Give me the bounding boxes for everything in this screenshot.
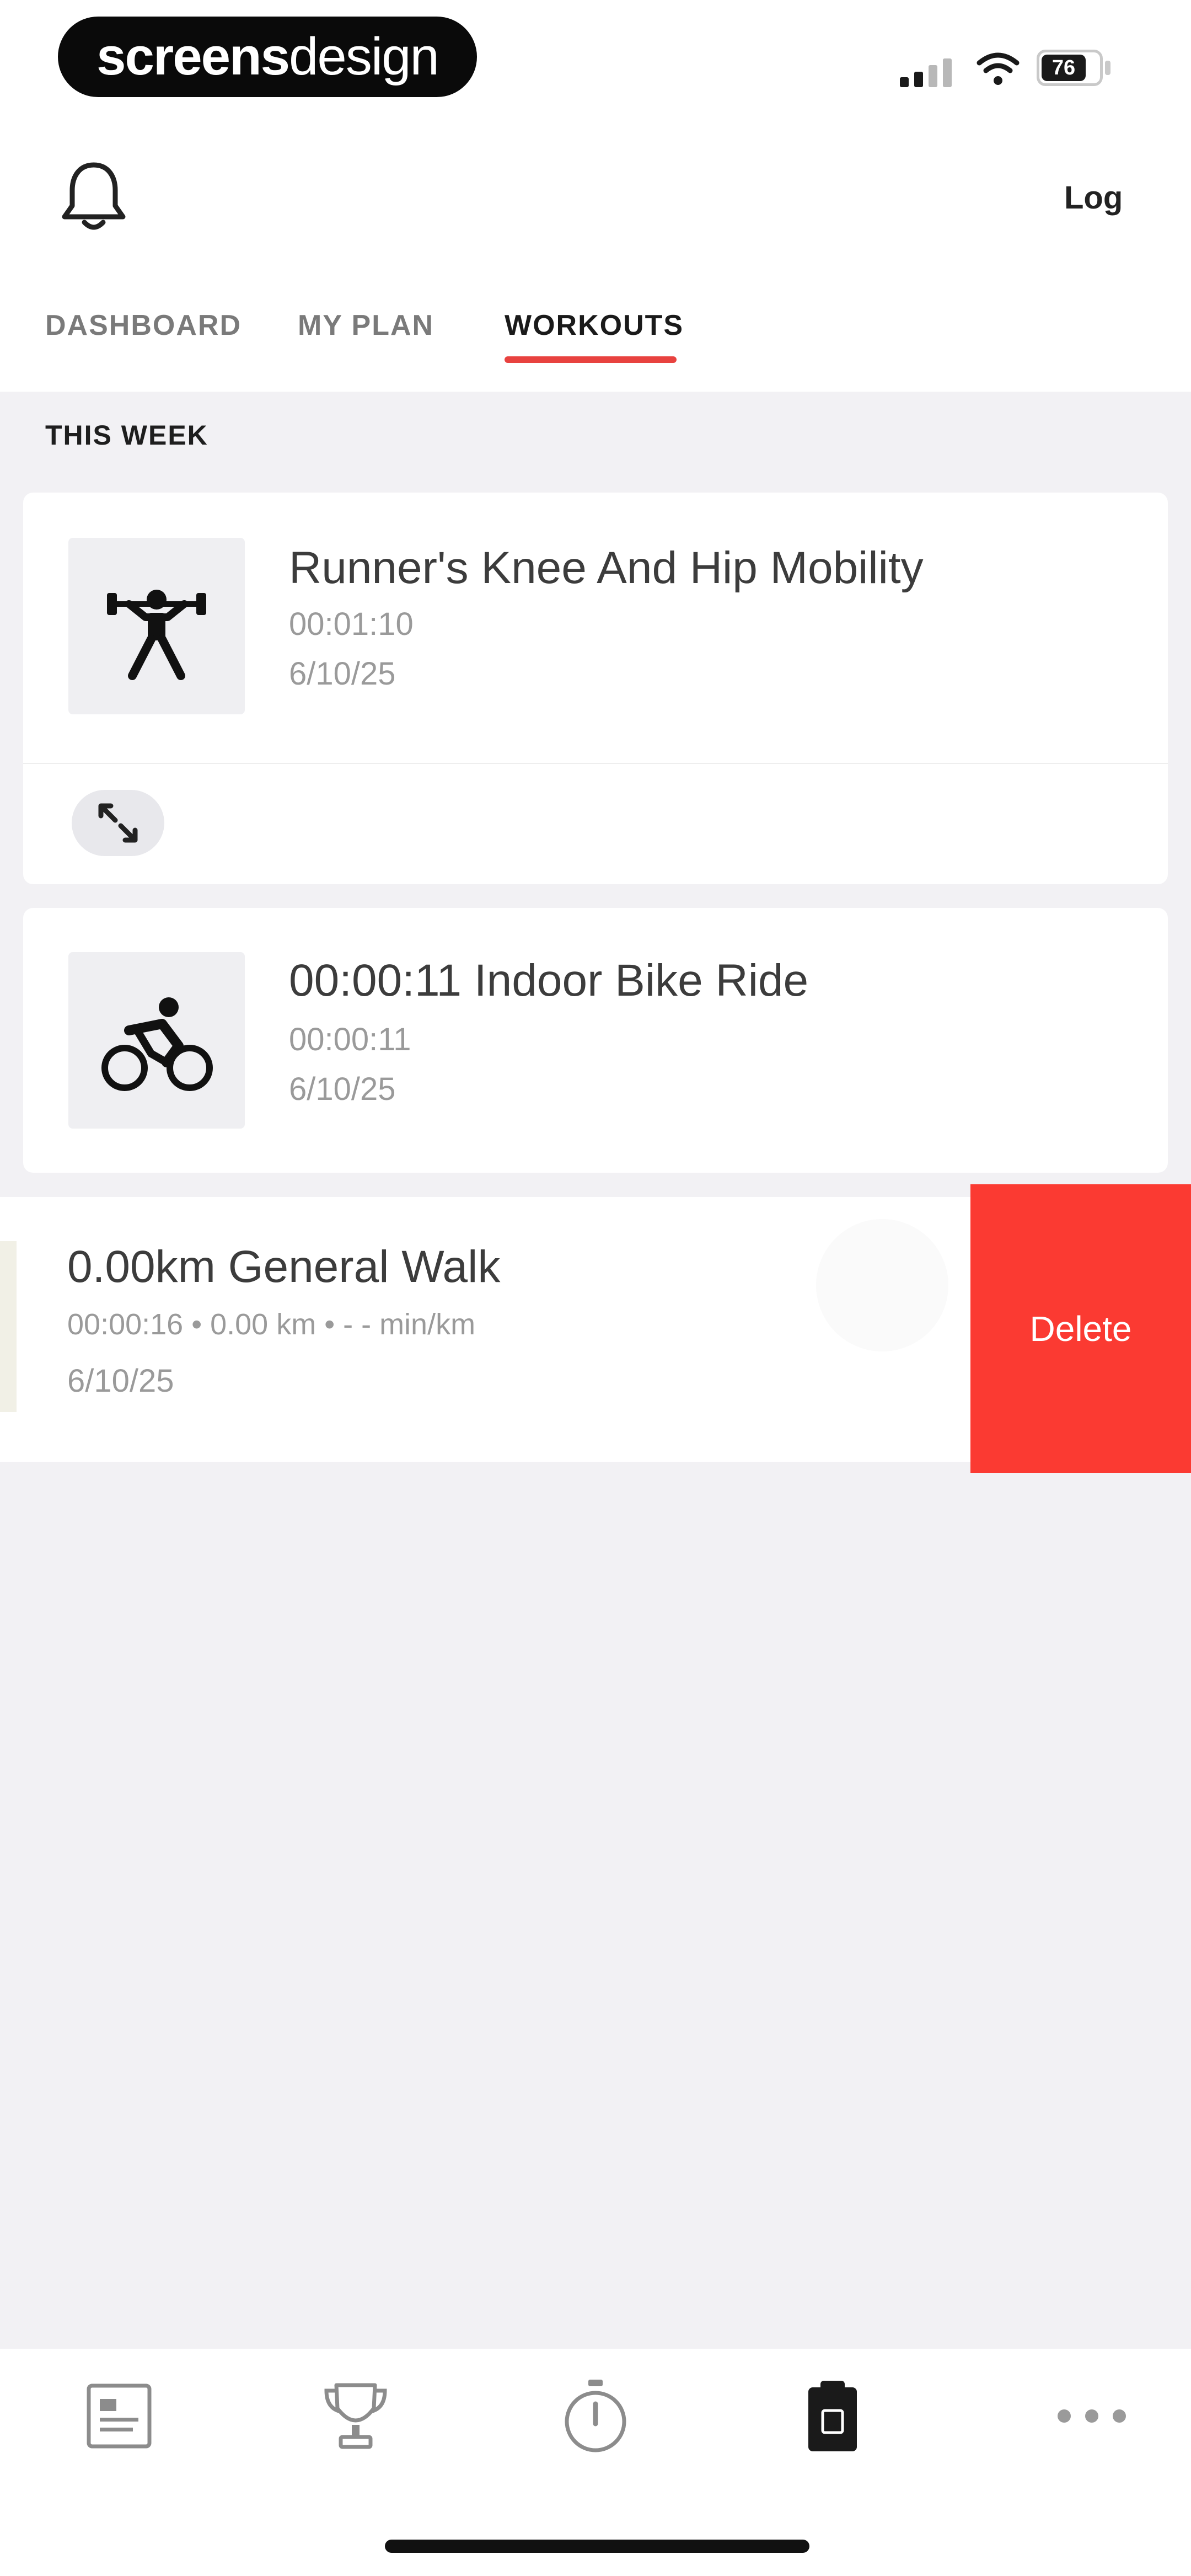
workout-title: Runner's Knee And Hip Mobility [289, 543, 924, 593]
more-icon [1058, 2409, 1126, 2423]
workout-date: 6/10/25 [289, 1071, 396, 1107]
stopwatch-icon [565, 2380, 626, 2452]
tab-dashboard[interactable]: DASHBOARD [45, 306, 242, 345]
expand-button[interactable] [72, 790, 164, 856]
workout-duration: 00:01:10 [289, 606, 414, 642]
expand-arrows-icon [98, 803, 138, 843]
section-title: THIS WEEK [45, 420, 208, 451]
workout-title: 0.00km General Walk [67, 1242, 501, 1292]
workout-date: 6/10/25 [289, 656, 396, 692]
battery-icon: 76 [1037, 50, 1103, 86]
nav-more[interactable] [1037, 2372, 1147, 2460]
nav-timer[interactable] [540, 2372, 651, 2460]
workout-thumbnail [68, 952, 245, 1129]
brand-secondary: design [289, 27, 439, 86]
nav-journal[interactable] [64, 2372, 174, 2460]
log-button[interactable]: Log [1064, 179, 1123, 216]
workout-card[interactable]: Runner's Knee And Hip Mobility 00:01:10 … [23, 493, 1168, 884]
brand-primary: screens [96, 27, 290, 86]
battery-level: 76 [1042, 55, 1086, 81]
home-indicator [385, 2540, 809, 2553]
clipboard-icon [808, 2381, 857, 2451]
card-divider [23, 763, 1168, 764]
brand-badge: screensdesign [58, 17, 477, 97]
workout-title: 00:00:11 Indoor Bike Ride [289, 955, 809, 1006]
bell-icon[interactable] [58, 157, 130, 234]
cyclist-icon [101, 997, 213, 1091]
journal-icon [87, 2383, 152, 2449]
workout-card[interactable]: 00:00:11 Indoor Bike Ride 00:00:11 6/10/… [23, 908, 1168, 1173]
tab-my-plan[interactable]: MY PLAN [298, 306, 434, 345]
delete-button[interactable]: Delete [970, 1184, 1191, 1473]
signal-icon [900, 58, 952, 87]
nav-workouts[interactable] [777, 2372, 888, 2460]
row-thumbnail-edge [0, 1241, 17, 1412]
tab-workouts[interactable]: WORKOUTS [505, 306, 684, 345]
wifi-icon [977, 52, 1020, 85]
workout-duration: 00:00:11 [289, 1022, 411, 1057]
battery-tip [1105, 61, 1110, 75]
tab-active-indicator [505, 356, 677, 363]
weightlifter-icon [107, 590, 206, 680]
workout-stats: 00:00:16 • 0.00 km • - - min/km [67, 1308, 476, 1341]
row-action-circle [816, 1219, 948, 1351]
nav-trophy[interactable] [301, 2372, 411, 2460]
workout-thumbnail [68, 538, 245, 714]
workout-date: 6/10/25 [67, 1363, 174, 1399]
trophy-icon [324, 2383, 387, 2449]
app-header [0, 127, 1191, 392]
